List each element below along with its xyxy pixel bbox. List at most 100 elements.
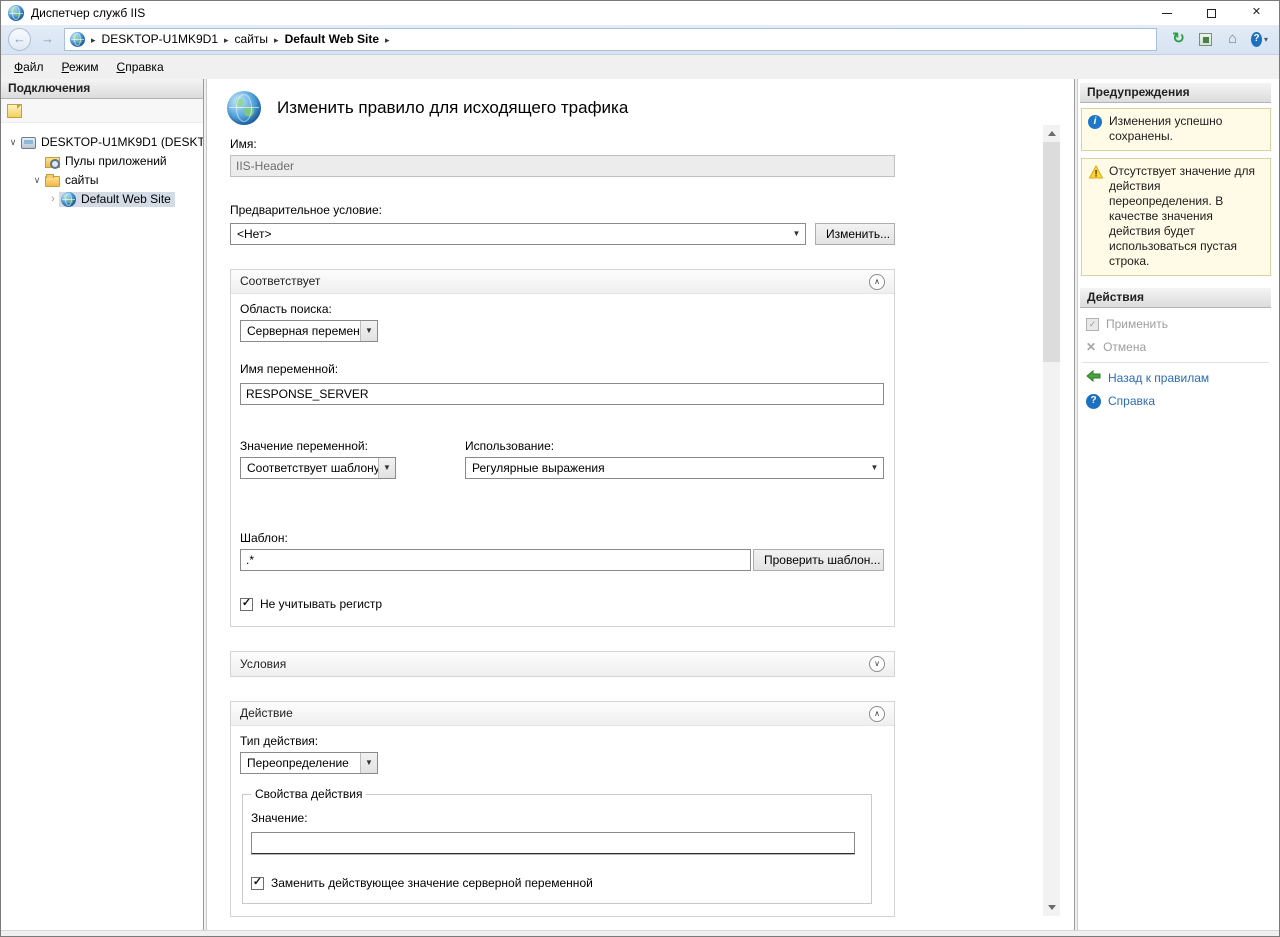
tree-label-sites: сайты <box>65 173 99 188</box>
tree-item-default-web-site[interactable]: › Default Web Site <box>1 190 203 209</box>
breadcrumb-separator-icon <box>274 32 279 47</box>
close-button[interactable]: ✕ <box>1234 1 1279 25</box>
help-icon: ? <box>1251 32 1262 47</box>
action-value-input[interactable] <box>251 832 855 854</box>
connections-toolbar <box>1 99 203 123</box>
titlebar: Диспетчер служб IIS ✕ <box>1 1 1279 25</box>
cancel-icon: ✕ <box>1086 340 1096 355</box>
create-connection-icon[interactable] <box>7 104 22 118</box>
tree-item-app-pools[interactable]: Пулы приложений <box>1 152 203 171</box>
maximize-button[interactable] <box>1189 1 1234 25</box>
action-section-header[interactable]: Действие ∧ <box>231 702 894 726</box>
menu-file[interactable]: Файл <box>5 56 53 79</box>
conditions-section-header[interactable]: Условия ∨ <box>231 652 894 676</box>
menu-view[interactable]: Режим <box>53 56 108 79</box>
action-section-title: Действие <box>240 706 293 721</box>
address-bar: ← → DESKTOP-U1MK9D1 сайты Default Web Si… <box>1 25 1279 55</box>
menu-bar: Файл Режим Справка <box>1 55 1279 79</box>
variable-value-label: Значение переменной: <box>240 439 465 454</box>
chevron-down-icon: ▼ <box>788 224 805 244</box>
action-properties-title: Свойства действия <box>251 787 366 802</box>
home-icon[interactable]: ⌂ <box>1224 31 1241 48</box>
maximize-icon <box>1207 9 1216 18</box>
precondition-select[interactable]: <Нет> ▼ <box>230 223 806 245</box>
connections-tree: ∨ DESKTOP-U1MK9D1 (DESKTOP Пулы приложен… <box>1 123 203 209</box>
actions-separator <box>1082 362 1269 363</box>
site-globe-icon <box>70 32 85 47</box>
apply-icon: ✓ <box>1086 318 1099 331</box>
help-menu-button[interactable]: ?▾ <box>1251 31 1268 48</box>
cancel-button: ✕ Отмена <box>1080 336 1271 359</box>
page-title: Изменить правило для исходящего трафика <box>277 97 628 118</box>
chevron-down-icon: ▼ <box>360 321 377 341</box>
chevron-expanded-icon[interactable]: ∨ <box>31 175 43 186</box>
window-title: Диспетчер служб IIS <box>31 6 145 21</box>
replace-value-checkbox[interactable] <box>251 877 264 890</box>
scroll-up-icon <box>1048 131 1056 136</box>
collapse-icon[interactable]: ∧ <box>869 706 885 722</box>
value-label: Значение: <box>251 811 861 826</box>
replace-value-label: Заменить действующее значение серверной … <box>271 876 593 891</box>
stop-icon[interactable] <box>1197 31 1214 48</box>
expand-icon[interactable]: ∨ <box>869 656 885 672</box>
breadcrumb-item-sites[interactable]: сайты <box>235 32 269 47</box>
ignore-case-label: Не учитывать регистр <box>260 597 382 612</box>
breadcrumb-separator-icon <box>385 32 390 47</box>
tree-item-server[interactable]: ∨ DESKTOP-U1MK9D1 (DESKTOP <box>1 133 203 152</box>
name-label: Имя: <box>230 137 895 152</box>
pattern-input[interactable] <box>240 549 751 571</box>
back-button[interactable]: ← <box>8 28 31 51</box>
help-link[interactable]: ? Справка <box>1080 390 1271 413</box>
tree-label-app-pools: Пулы приложений <box>65 154 167 169</box>
iis-manager-window: Диспетчер служб IIS ✕ ← → DESKTOP-U1MK9D… <box>0 0 1280 937</box>
test-pattern-button[interactable]: Проверить шаблон... <box>753 549 884 571</box>
warning-alert: ! Отсутствует значение для действия пере… <box>1081 158 1271 276</box>
edit-precondition-button[interactable]: Изменить... <box>815 223 895 245</box>
connections-header: Подключения <box>1 79 203 99</box>
svg-text:!: ! <box>1094 169 1097 179</box>
scroll-down-button[interactable] <box>1043 899 1060 916</box>
actions-header: Действия <box>1080 288 1271 308</box>
back-arrow-icon: ← <box>13 31 26 47</box>
alerts-header: Предупреждения <box>1080 83 1271 103</box>
action-type-select[interactable]: Переопределение ▼ <box>240 752 378 774</box>
breadcrumb-separator-icon <box>91 32 96 47</box>
menu-help[interactable]: Справка <box>108 56 173 79</box>
warning-alert-text: Отсутствует значение для действия переоп… <box>1109 164 1255 268</box>
connections-panel: Подключения ∨ DESKTOP-U1MK9D1 (DESKTOP П… <box>1 79 204 930</box>
tree-label-default-web-site: Default Web Site <box>81 192 171 207</box>
vertical-scrollbar[interactable] <box>1043 125 1060 916</box>
action-type-label: Тип действия: <box>240 734 884 749</box>
breadcrumb-item-default-web-site[interactable]: Default Web Site <box>285 32 379 47</box>
forward-arrow-icon: → <box>41 31 54 47</box>
chevron-expanded-icon[interactable]: ∨ <box>7 137 19 148</box>
using-label: Использование: <box>465 439 884 454</box>
content-panel: Изменить правило для исходящего трафика … <box>206 79 1075 930</box>
collapse-icon[interactable]: ∧ <box>869 274 885 290</box>
minimize-icon <box>1162 13 1172 14</box>
ignore-case-checkbox[interactable] <box>240 598 253 611</box>
selected-tree-item[interactable]: Default Web Site <box>59 192 175 207</box>
refresh-icon[interactable]: ↻ <box>1170 31 1187 48</box>
matching-scope-select[interactable]: Серверная переменная ▼ <box>240 320 378 342</box>
info-icon: i <box>1088 115 1102 129</box>
scrollbar-thumb[interactable] <box>1043 142 1060 362</box>
using-select[interactable]: Регулярные выражения ▼ <box>465 457 884 479</box>
breadcrumb-item-server[interactable]: DESKTOP-U1MK9D1 <box>102 32 218 47</box>
tree-item-sites[interactable]: ∨ сайты <box>1 171 203 190</box>
back-arrow-icon <box>1086 370 1101 386</box>
variable-name-input[interactable] <box>240 383 884 405</box>
forward-button[interactable]: → <box>36 28 59 51</box>
precondition-label: Предварительное условие: <box>230 203 895 218</box>
minimize-button[interactable] <box>1144 1 1189 25</box>
match-section-title: Соответствует <box>240 274 320 289</box>
scroll-up-button[interactable] <box>1043 125 1060 142</box>
website-globe-icon <box>61 192 76 207</box>
back-to-rules-link[interactable]: Назад к правилам <box>1080 366 1271 390</box>
chevron-down-icon: ▼ <box>360 753 377 773</box>
conditions-section: Условия ∨ <box>230 651 895 677</box>
match-section-header[interactable]: Соответствует ∧ <box>231 270 894 294</box>
action-properties-group: Свойства действия Значение: Заменить дей… <box>242 794 872 904</box>
chevron-collapsed-icon[interactable]: › <box>47 193 59 207</box>
variable-value-select[interactable]: Соответствует шаблону ▼ <box>240 457 396 479</box>
